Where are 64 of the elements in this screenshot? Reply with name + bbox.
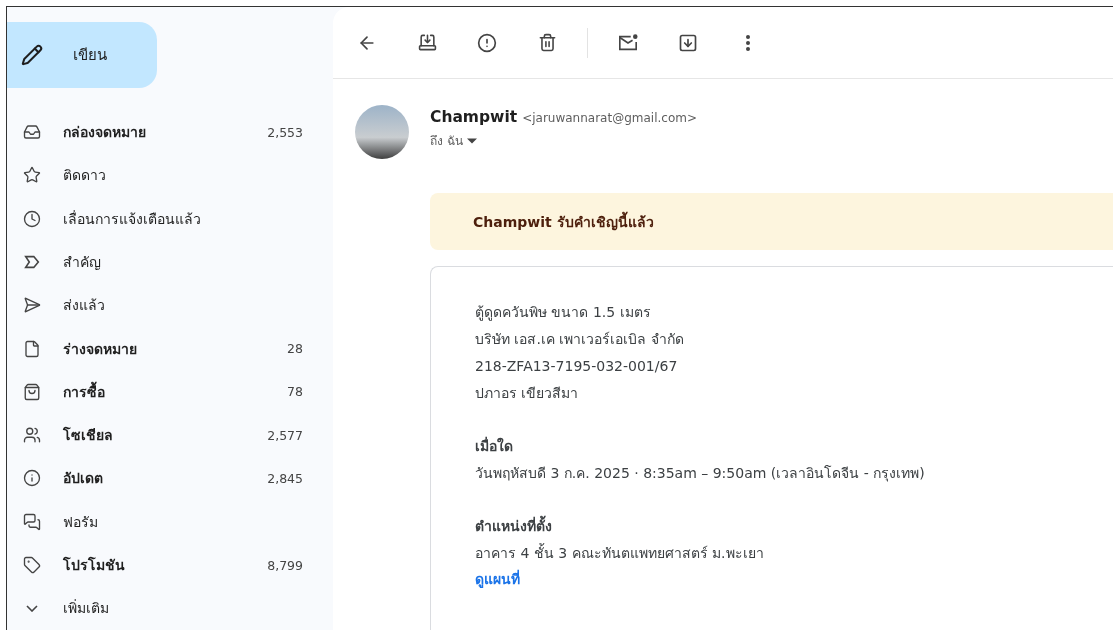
detail-line: ปภาอร เขียวสีมา bbox=[475, 384, 580, 403]
detail-line: บริษัท เอส.เค เพาเวอร์เอเบิล จำกัด bbox=[475, 330, 685, 349]
section-text: อาคาร 4 ชั้น 3 คณะทันตแพทยศาสตร์ ม.พะเยา bbox=[475, 542, 765, 563]
sidebar-item[interactable]: ส่งแล้ว bbox=[7, 283, 333, 327]
tag-icon bbox=[23, 556, 41, 575]
chat-icon bbox=[23, 512, 41, 531]
shopping-bag-icon bbox=[23, 382, 41, 401]
star-icon bbox=[23, 166, 41, 185]
compose-button[interactable]: เขียน bbox=[7, 22, 157, 89]
alert-icon bbox=[477, 32, 497, 53]
sidebar-item[interactable]: โซเชียล 2,577 bbox=[7, 413, 333, 457]
sidebar-item[interactable]: ร่างจดหมาย 28 bbox=[7, 326, 333, 371]
section-heading: ตำแหน่งที่ตั้ง bbox=[475, 513, 1113, 540]
section-text: วันพฤหัสบดี 3 ก.ค. 2025 · 8:35am – 9:50am (เวลาอินโดจีน - กรุงเทพ) bbox=[475, 464, 926, 484]
sidebar-label: เพิ่มเติม bbox=[63, 598, 110, 619]
sidebar-item[interactable]: ติดดาว bbox=[7, 153, 333, 198]
sender-name: Champwit bbox=[430, 108, 518, 126]
clock-icon bbox=[23, 209, 41, 228]
sidebar-item[interactable]: เลื่อนการแจ้งเตือนแล้ว bbox=[7, 197, 333, 241]
sidebar-item[interactable]: สำคัญ bbox=[7, 240, 333, 284]
recipient-dropdown[interactable]: ถึง ฉัน bbox=[430, 131, 697, 150]
detail-line: ตู้ดูดควันพิษ ขนาด 1.5 เมตร bbox=[475, 303, 652, 323]
sidebar-label: ร่างจดหมาย bbox=[63, 339, 138, 359]
sidebar-label: สำคัญ bbox=[63, 252, 102, 272]
sidebar-label: ส่งแล้ว bbox=[63, 296, 106, 316]
send-icon bbox=[23, 296, 41, 315]
unread-count: 2,577 bbox=[267, 427, 303, 443]
unread-count: 78 bbox=[287, 384, 303, 400]
pencil-icon bbox=[21, 44, 43, 67]
map-link[interactable]: ดูแผนที่ bbox=[475, 567, 520, 591]
archive-icon bbox=[417, 33, 437, 52]
unread-count: 2,845 bbox=[267, 470, 303, 486]
more-vertical-icon bbox=[746, 34, 750, 51]
caret-icon bbox=[466, 137, 477, 144]
avatar-photo-placeholder bbox=[355, 105, 409, 159]
sidebar-label: กล่องจดหมาย bbox=[63, 123, 147, 143]
unread-count: 2,553 bbox=[267, 124, 303, 140]
mail-dot-icon bbox=[617, 32, 639, 53]
sidebar-item[interactable]: กล่องจดหมาย 2,553 bbox=[7, 110, 333, 154]
sidebar-item[interactable]: ฟอรัม bbox=[7, 500, 333, 544]
accepted-banner: Champwit รับคำเชิญนี้แล้ว bbox=[430, 193, 1113, 250]
chevron-down-icon bbox=[26, 604, 38, 612]
detail-line: 218-ZFA13-7195-032-001/67 bbox=[475, 357, 679, 376]
sidebar-label: การซื้อ bbox=[63, 380, 106, 402]
section-heading: เมื่อใด bbox=[475, 435, 514, 456]
unread-count: 28 bbox=[287, 341, 303, 357]
file-icon bbox=[23, 339, 41, 358]
inbox-icon bbox=[23, 123, 41, 142]
sidebar-label: ติดดาว bbox=[63, 166, 107, 186]
sidebar-label: เลื่อนการแจ้งเตือนแล้ว bbox=[63, 209, 202, 229]
trash-icon bbox=[537, 33, 557, 52]
sidebar-label: โซเชียล bbox=[63, 425, 114, 446]
sidebar-item[interactable]: โปรโมชัน 8,799 bbox=[7, 543, 333, 587]
sender-email: <jaruwannarat@gmail.com> bbox=[522, 111, 697, 125]
sidebar-label: ฟอรัม bbox=[63, 512, 99, 532]
unread-count: 8,799 bbox=[267, 557, 303, 573]
sidebar-item[interactable]: เพิ่มเติม bbox=[7, 586, 333, 630]
box-arrow-down-icon bbox=[678, 32, 698, 53]
info-icon bbox=[23, 469, 41, 488]
sidebar-item[interactable]: การซื้อ 78 bbox=[7, 370, 333, 414]
sidebar-label: โปรโมชัน bbox=[63, 555, 126, 576]
people-icon bbox=[23, 426, 41, 445]
sidebar-item[interactable]: อัปเดต 2,845 bbox=[7, 456, 333, 501]
sidebar-label: อัปเดต bbox=[63, 469, 104, 489]
